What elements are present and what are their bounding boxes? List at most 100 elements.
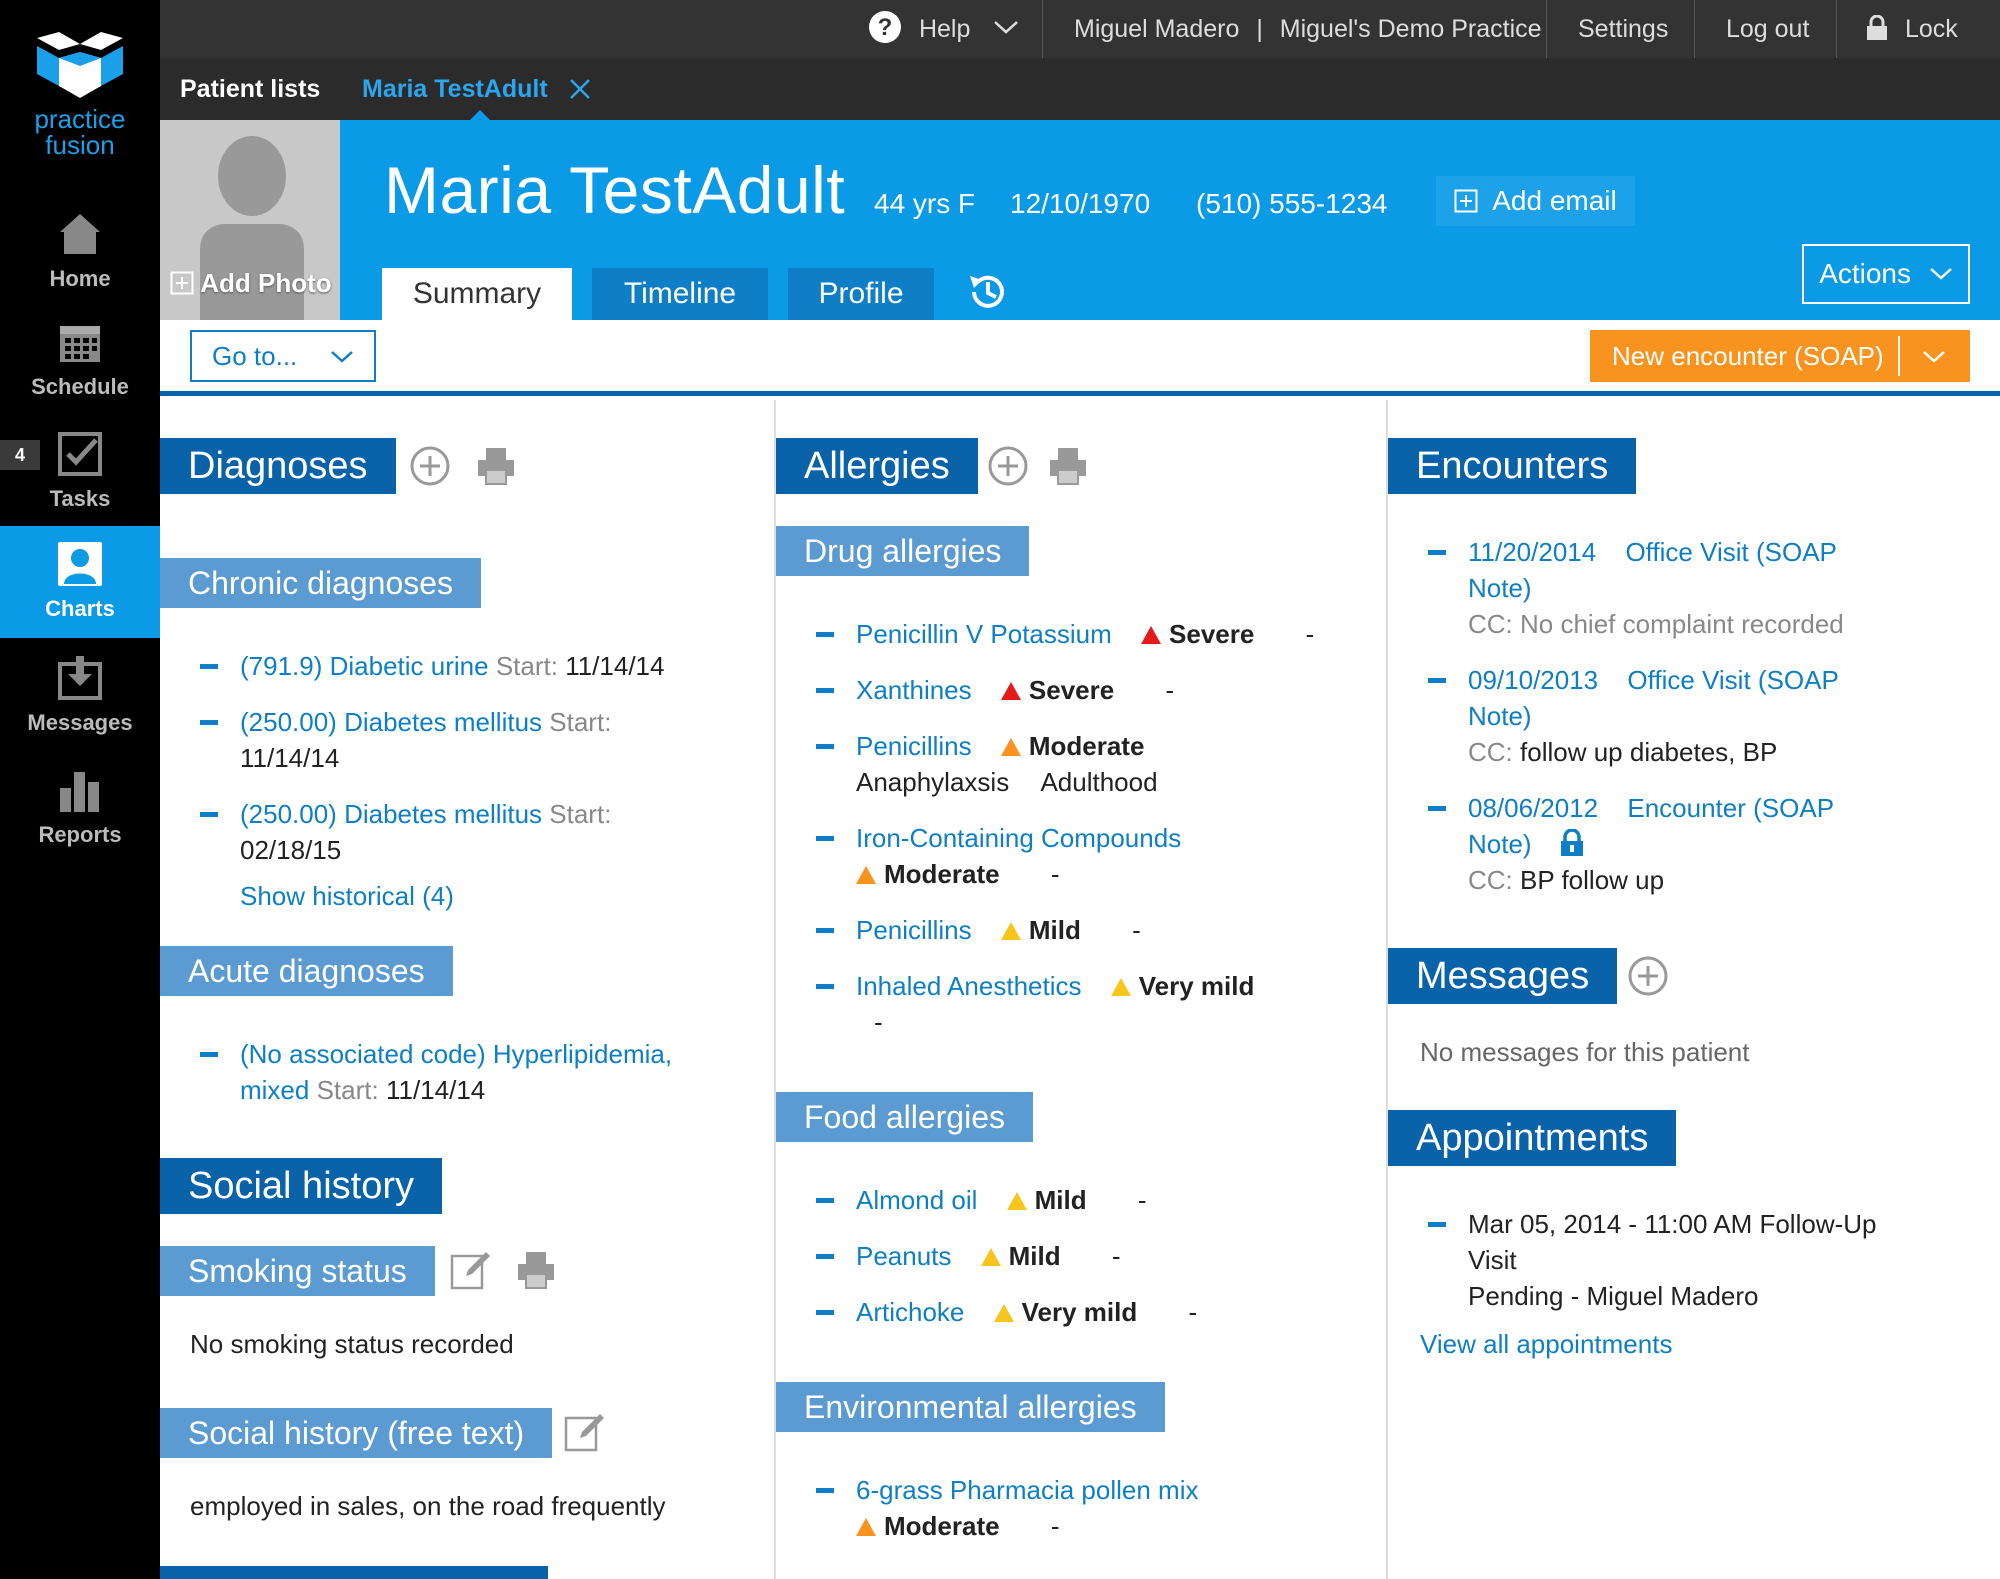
encounter-3[interactable]: 08/06/2012 Encounter (SOAP Note) CC: BP …: [1468, 790, 1928, 898]
nav-reports[interactable]: Reports: [0, 752, 160, 864]
user-practice-menu[interactable]: Miguel Madero | Miguel's Demo Practice: [1074, 0, 1542, 58]
diagnosis-name-cont[interactable]: mixed: [240, 1075, 309, 1105]
logo-mark-icon: [37, 32, 123, 98]
encounter-type-cont[interactable]: Note): [1468, 701, 1532, 731]
history-icon[interactable]: [966, 270, 1010, 314]
allergen-name[interactable]: Artichoke: [856, 1297, 964, 1327]
chronic-diagnosis-3[interactable]: (250.00) Diabetes mellitus Start: 02/18/…: [240, 796, 720, 868]
nav-home[interactable]: Home: [0, 196, 160, 308]
diagnosis-name[interactable]: (791.9) Diabetic urine: [240, 651, 489, 681]
new-encounter-label: New encounter (SOAP): [1612, 341, 1884, 371]
practice-fusion-logo[interactable]: practice fusion: [0, 30, 160, 158]
allergen-name[interactable]: Peanuts: [856, 1241, 951, 1271]
acute-diagnosis-1[interactable]: (No associated code) Hyperlipidemia, mix…: [240, 1036, 740, 1108]
start-date: 11/14/14: [385, 1075, 486, 1105]
show-historical-link[interactable]: Show historical (4): [240, 878, 454, 914]
drug-allergy-3[interactable]: Penicillins Moderate Anaphylaxsis Adulth…: [856, 728, 1158, 800]
view-all-appointments-link[interactable]: View all appointments: [1420, 1326, 1672, 1362]
encounter-type-cont[interactable]: Note): [1468, 573, 1532, 603]
social-history-heading: Social history: [160, 1158, 442, 1214]
appointment-1[interactable]: Mar 05, 2014 - 11:00 AM Follow-Up Visit …: [1468, 1206, 1948, 1314]
add-email-button[interactable]: Add email: [1436, 176, 1635, 226]
print-icon[interactable]: [514, 1248, 558, 1292]
allergen-name[interactable]: Inhaled Anesthetics: [856, 971, 1082, 1001]
severity-label: Mild: [1034, 1185, 1087, 1215]
drug-allergy-5[interactable]: Penicillins Mild -: [856, 912, 1141, 948]
edit-icon[interactable]: [448, 1248, 492, 1292]
tab-timeline[interactable]: Timeline: [592, 268, 768, 320]
tab-summary[interactable]: Summary: [382, 268, 572, 320]
drug-allergy-6[interactable]: Inhaled Anesthetics Very mild -: [856, 968, 1356, 1040]
goto-label: Go to...: [212, 341, 298, 371]
chronic-diagnosis-2[interactable]: (250.00) Diabetes mellitus Start: 11/14/…: [240, 704, 720, 776]
allergen-name[interactable]: Iron-Containing Compounds: [856, 823, 1181, 853]
patient-lists-tab[interactable]: Patient lists: [180, 58, 320, 120]
add-photo-button[interactable]: Add Photo: [170, 268, 332, 299]
encounter-date[interactable]: 11/20/2014: [1468, 537, 1596, 567]
nav-reports-label: Reports: [38, 822, 122, 847]
person-icon: [58, 542, 102, 586]
severity-label: Moderate: [884, 859, 1000, 889]
lock-label: Lock: [1904, 15, 1958, 43]
environmental-allergy-1[interactable]: 6-grass Pharmacia pollen mix Moderate -: [856, 1472, 1356, 1544]
severity-label: Moderate: [884, 1511, 1000, 1541]
new-encounter-button[interactable]: New encounter (SOAP): [1590, 330, 1900, 382]
goto-dropdown[interactable]: Go to...: [190, 330, 376, 382]
nav-tasks[interactable]: Tasks: [0, 416, 160, 528]
allergen-name[interactable]: Xanthines: [856, 675, 972, 705]
food-allergy-2[interactable]: Peanuts Mild -: [856, 1238, 1121, 1274]
allergen-name[interactable]: 6-grass Pharmacia pollen mix: [856, 1475, 1198, 1505]
smoking-status-heading: Smoking status: [160, 1246, 435, 1296]
diagnosis-name[interactable]: (250.00) Diabetes mellitus: [240, 799, 542, 829]
allergen-name[interactable]: Penicillins: [856, 731, 972, 761]
add-circle-icon[interactable]: [1626, 954, 1670, 998]
lock-button[interactable]: Lock: [1866, 0, 1958, 58]
logout-link[interactable]: Log out: [1726, 0, 1809, 58]
diagnosis-name[interactable]: (No associated code) Hyperlipidemia,: [240, 1039, 672, 1069]
severity-severe-icon: [1141, 626, 1162, 644]
encounter-type[interactable]: Office Visit (SOAP: [1625, 537, 1836, 567]
onset-text: Adulthood: [1040, 767, 1158, 797]
settings-link[interactable]: Settings: [1578, 0, 1668, 58]
allergen-name[interactable]: Penicillins: [856, 915, 972, 945]
chevron-down-icon: [1929, 268, 1952, 280]
new-encounter-menu-button[interactable]: [1900, 330, 1970, 382]
nav-messages[interactable]: Messages: [0, 640, 160, 752]
actions-button[interactable]: Actions: [1802, 244, 1970, 304]
close-icon[interactable]: [569, 78, 591, 100]
encounter-type-cont[interactable]: Note): [1468, 829, 1532, 859]
start-date: 02/18/15: [240, 835, 342, 865]
drug-allergy-4[interactable]: Iron-Containing Compounds Moderate -: [856, 820, 1181, 892]
allergen-name[interactable]: Almond oil: [856, 1185, 977, 1215]
add-circle-icon[interactable]: [986, 444, 1030, 488]
chronic-diagnosis-1[interactable]: (791.9) Diabetic urine Start: 11/14/14: [240, 648, 664, 684]
patient-photo[interactable]: Add Photo: [160, 120, 340, 320]
drug-allergy-2[interactable]: Xanthines Severe -: [856, 672, 1174, 708]
print-icon[interactable]: [1046, 444, 1090, 488]
start-date: 11/14/14: [565, 651, 665, 681]
reaction-text: Anaphylaxsis: [856, 767, 1010, 797]
plus-box-icon: [1454, 189, 1478, 213]
diagnosis-name[interactable]: (250.00) Diabetes mellitus: [240, 707, 542, 737]
nav-messages-label: Messages: [27, 710, 133, 735]
encounter-type[interactable]: Encounter (SOAP: [1627, 793, 1834, 823]
nav-schedule[interactable]: Schedule: [0, 304, 160, 416]
drug-allergy-1[interactable]: Penicillin V Potassium Severe -: [856, 616, 1314, 652]
encounter-2[interactable]: 09/10/2013 Office Visit (SOAP Note) CC: …: [1468, 662, 1928, 770]
print-icon[interactable]: [474, 444, 518, 488]
tab-profile[interactable]: Profile: [788, 268, 934, 320]
help-menu[interactable]: ? Help: [868, 0, 1019, 58]
edit-icon[interactable]: [562, 1410, 606, 1454]
next-section-heading: [160, 1566, 548, 1579]
encounter-date[interactable]: 08/06/2012: [1468, 793, 1598, 823]
encounter-type[interactable]: Office Visit (SOAP: [1627, 665, 1838, 695]
encounter-date[interactable]: 09/10/2013: [1468, 665, 1598, 695]
severity-mild-icon: [1000, 922, 1021, 940]
nav-charts[interactable]: Charts: [0, 526, 160, 638]
nav-charts-label: Charts: [45, 596, 115, 621]
add-circle-icon[interactable]: [408, 444, 452, 488]
food-allergy-3[interactable]: Artichoke Very mild -: [856, 1294, 1197, 1330]
encounter-1[interactable]: 11/20/2014 Office Visit (SOAP Note) CC: …: [1468, 534, 1928, 642]
food-allergy-1[interactable]: Almond oil Mild -: [856, 1182, 1147, 1218]
allergen-name[interactable]: Penicillin V Potassium: [856, 619, 1112, 649]
